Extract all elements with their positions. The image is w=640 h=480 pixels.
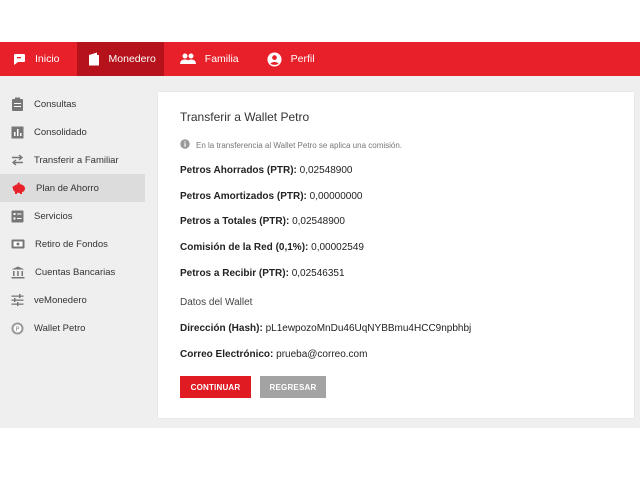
nav-label: Perfil xyxy=(290,53,315,65)
account-circle-icon xyxy=(267,51,282,67)
nav-item-familia[interactable]: Familia xyxy=(170,42,249,76)
continue-button[interactable]: CONTINUAR xyxy=(180,376,251,398)
sidebar-item-servicios[interactable]: Servicios xyxy=(0,202,145,230)
piggy-bank-icon xyxy=(11,182,26,194)
row-petros-totales: Petros a Totales (PTR): 0,02548900 xyxy=(180,216,345,227)
sliders-icon xyxy=(11,294,24,306)
note-text: En la transferencia al Wallet Petro se a… xyxy=(196,140,403,150)
swap-arrows-icon xyxy=(11,154,24,166)
sidebar-item-consolidado[interactable]: Consolidado xyxy=(0,118,145,146)
row-direccion-hash: Dirección (Hash): pL1ewpozoMnDu46UqNYBBm… xyxy=(180,323,471,334)
row-value: prueba@correo.com xyxy=(276,349,368,360)
sidebar-item-cuentas[interactable]: Cuentas Bancarias xyxy=(0,258,145,286)
row-petros-recibir: Petros a Recibir (PTR): 0,02546351 xyxy=(180,268,345,279)
nav-label: Inicio xyxy=(35,53,60,65)
row-correo: Correo Electrónico: prueba@correo.com xyxy=(180,349,367,360)
nav-item-perfil[interactable]: Perfil xyxy=(257,42,325,76)
row-label: Comisión de la Red (0,1%): xyxy=(180,242,309,253)
row-value: 0,00002549 xyxy=(311,242,364,253)
petro-coin-icon: P xyxy=(11,322,24,335)
row-label: Petros a Recibir (PTR): xyxy=(180,268,289,279)
nav-label: Monedero xyxy=(108,53,156,65)
row-label: Petros Ahorrados (PTR): xyxy=(180,165,297,176)
commission-note: En la transferencia al Wallet Petro se a… xyxy=(180,139,402,151)
back-button[interactable]: REGRESAR xyxy=(260,376,326,398)
sidebar-item-transferir[interactable]: Transferir a Familiar xyxy=(0,146,145,174)
sidebar-item-label: Retiro de Fondos xyxy=(35,238,108,250)
wallet-section-title: Datos del Wallet xyxy=(180,297,253,308)
row-label: Dirección (Hash): xyxy=(180,323,263,334)
sidebar-item-label: Consultas xyxy=(34,98,77,110)
people-icon xyxy=(179,53,196,65)
sidebar-item-label: Transferir a Familiar xyxy=(34,154,119,166)
row-comision-red: Comisión de la Red (0,1%): 0,00002549 xyxy=(180,242,364,253)
sidebar-item-plan-ahorro[interactable]: Plan de Ahorro xyxy=(0,174,145,202)
sidebar-item-label: Servicios xyxy=(34,210,73,222)
nav-label: Familia xyxy=(204,53,239,65)
sidebar: Consultas Consolidado Transferir a Famil… xyxy=(0,90,145,342)
nav-item-monedero[interactable]: Monedero xyxy=(76,42,164,76)
bottom-blank-area xyxy=(0,428,640,480)
row-label: Petros a Totales (PTR): xyxy=(180,216,290,227)
nav-item-inicio[interactable]: Inicio xyxy=(0,42,70,76)
sidebar-item-vemonedero[interactable]: veMonedero xyxy=(0,286,145,314)
chat-bubble-icon xyxy=(12,52,26,66)
sidebar-item-label: Plan de Ahorro xyxy=(36,182,99,194)
sidebar-item-wallet-petro[interactable]: P Wallet Petro xyxy=(0,314,145,342)
row-value: 0,00000000 xyxy=(309,191,363,202)
sidebar-item-label: Cuentas Bancarias xyxy=(35,266,116,278)
bar-chart-icon xyxy=(11,126,24,139)
bank-icon xyxy=(11,266,25,279)
row-value: 0,02548900 xyxy=(292,216,345,227)
info-icon xyxy=(180,139,190,151)
list-box-icon xyxy=(11,210,24,223)
cash-icon xyxy=(11,238,25,250)
sidebar-item-label: veMonedero xyxy=(34,294,87,306)
row-value: 0,02546351 xyxy=(291,268,345,279)
wallet-icon xyxy=(88,52,100,66)
top-navbar: Inicio Monedero Familia Perfil xyxy=(0,42,640,76)
transfer-card: Transferir a Wallet Petro En la transfer… xyxy=(158,92,634,418)
sidebar-item-consultas[interactable]: Consultas xyxy=(0,90,145,118)
row-petros-amortizados: Petros Amortizados (PTR): 0,00000000 xyxy=(180,191,363,202)
row-value: pL1ewpozoMnDu46UqNYBBmu4HCC9npbhbj xyxy=(265,323,472,334)
row-value: 0,02548900 xyxy=(299,165,353,176)
clipboard-icon xyxy=(11,97,24,111)
row-label: Petros Amortizados (PTR): xyxy=(180,191,307,202)
top-blank-area xyxy=(0,0,640,42)
row-label: Correo Electrónico: xyxy=(180,349,274,360)
sidebar-item-label: Wallet Petro xyxy=(34,322,86,334)
sidebar-item-label: Consolidado xyxy=(34,126,87,138)
svg-text:P: P xyxy=(16,326,20,333)
sidebar-item-retiro[interactable]: Retiro de Fondos xyxy=(0,230,145,258)
row-petros-ahorrados: Petros Ahorrados (PTR): 0,02548900 xyxy=(180,165,353,176)
card-title: Transferir a Wallet Petro xyxy=(180,110,310,124)
